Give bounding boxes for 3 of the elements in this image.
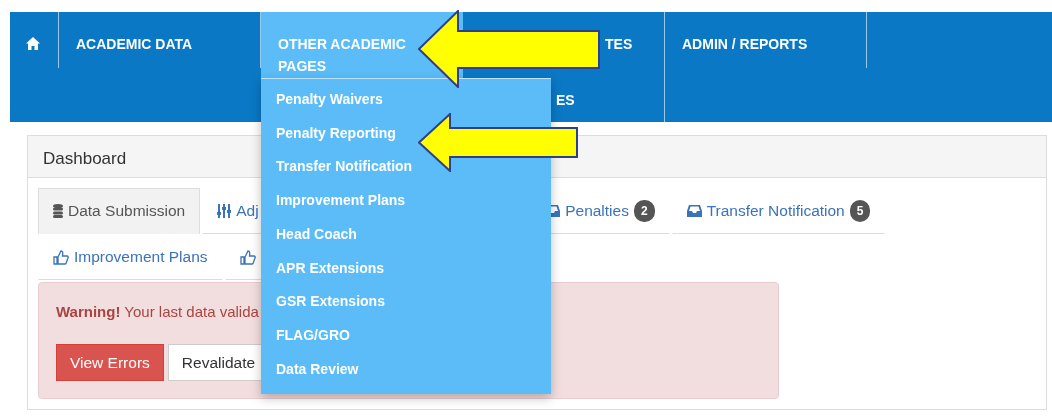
count-badge: 5 xyxy=(849,200,871,222)
count-badge: 2 xyxy=(633,200,655,222)
warning-message: Warning! Your last data valida xyxy=(56,302,259,322)
